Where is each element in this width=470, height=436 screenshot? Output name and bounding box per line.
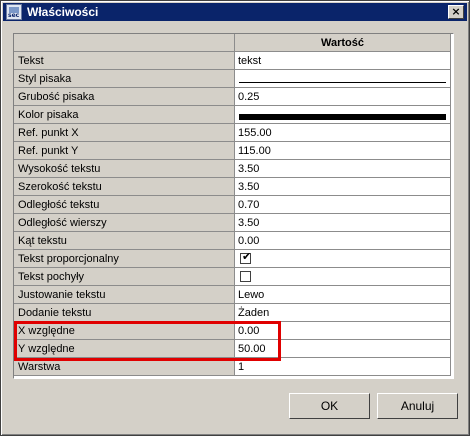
table-row[interactable]: Y względne 50.00	[14, 339, 451, 358]
property-name: Kolor pisaka	[14, 105, 235, 124]
checkbox[interactable]	[240, 270, 251, 282]
property-value[interactable]: Żaden	[234, 303, 451, 322]
table-row[interactable]: Kolor pisaka	[14, 105, 451, 124]
row-header-corner	[14, 34, 235, 52]
property-value[interactable]: 0.00	[234, 321, 451, 340]
property-name: Dodanie tekstu	[14, 303, 235, 322]
property-name: Tekst	[14, 51, 235, 70]
table-row[interactable]: Grubość pisaka 0.25	[14, 87, 451, 106]
property-name: Styl pisaka	[14, 69, 235, 88]
property-name: Y względne	[14, 339, 235, 358]
table-row[interactable]: Tekst pochyły	[14, 267, 451, 286]
table-row[interactable]: Szerokość tekstu 3.50	[14, 177, 451, 196]
table-row[interactable]: Justowanie tekstu Lewo	[14, 285, 451, 304]
property-value[interactable]: 0.00	[234, 231, 451, 250]
pen-color-value[interactable]	[234, 105, 451, 124]
table-row[interactable]: X względne 0.00	[14, 321, 451, 340]
table-row[interactable]: Odległość wierszy 3.50	[14, 213, 451, 232]
window-title: Właściwości	[27, 5, 99, 19]
property-name: Odległość wierszy	[14, 213, 235, 232]
properties-dialog: sec Właściwości × Wartość Tekst tekst Styl…	[0, 0, 470, 436]
close-button[interactable]: ×	[448, 5, 464, 19]
property-name: Tekst pochyły	[14, 267, 235, 286]
checkmark-icon: ✔	[242, 249, 252, 263]
property-name: Wysokość tekstu	[14, 159, 235, 178]
checkbox[interactable]: ✔	[240, 249, 252, 264]
table-row[interactable]: Wysokość tekstu 3.50	[14, 159, 451, 178]
properties-grid: Wartość Tekst tekst Styl pisaka Grubość pis…	[13, 33, 454, 379]
table-row[interactable]: Ref. punkt X 155.00	[14, 123, 451, 142]
title-bar[interactable]: sec Właściwości ×	[3, 3, 467, 21]
property-name: Justowanie tekstu	[14, 285, 235, 304]
table-row[interactable]: Styl pisaka	[14, 69, 451, 88]
property-value[interactable]: 3.50	[234, 213, 451, 232]
property-checkbox-cell[interactable]	[234, 267, 451, 286]
pen-color-swatch	[239, 114, 446, 120]
property-name: X względne	[14, 321, 235, 340]
property-name: Kąt tekstu	[14, 231, 235, 250]
app-icon: sec	[6, 4, 22, 20]
property-value[interactable]: 0.25	[234, 87, 451, 106]
table-row[interactable]: Kąt tekstu 0.00	[14, 231, 451, 250]
property-value[interactable]: 115.00	[234, 141, 451, 160]
property-value[interactable]: tekst	[234, 51, 451, 70]
property-name: Szerokość tekstu	[14, 177, 235, 196]
pen-style-line	[239, 81, 446, 83]
property-checkbox-cell[interactable]: ✔	[234, 249, 451, 268]
table-row[interactable]: Tekst tekst	[14, 51, 451, 70]
property-value[interactable]: 3.50	[234, 177, 451, 196]
property-value[interactable]: Lewo	[234, 285, 451, 304]
table-row[interactable]: Odległość tekstu 0.70	[14, 195, 451, 214]
header-row: Wartość	[14, 34, 451, 52]
property-name: Ref. punkt Y	[14, 141, 235, 160]
property-name: Warstwa	[14, 357, 235, 376]
property-value[interactable]: 155.00	[234, 123, 451, 142]
table-row[interactable]: Ref. punkt Y 115.00	[14, 141, 451, 160]
table-row[interactable]: Warstwa 1	[14, 357, 451, 376]
property-value[interactable]: 1	[234, 357, 451, 376]
property-name: Ref. punkt X	[14, 123, 235, 142]
value-column-header: Wartość	[234, 34, 451, 52]
cancel-button[interactable]: Anuluj	[377, 393, 458, 419]
property-value[interactable]: 0.70	[234, 195, 451, 214]
property-name: Odległość tekstu	[14, 195, 235, 214]
table-row[interactable]: Tekst proporcjonalny ✔	[14, 249, 451, 268]
property-value[interactable]: 50.00	[234, 339, 451, 358]
ok-button[interactable]: OK	[289, 393, 370, 419]
property-value[interactable]: 3.50	[234, 159, 451, 178]
pen-style-value[interactable]	[234, 69, 451, 88]
property-name: Grubość pisaka	[14, 87, 235, 106]
properties-table: Wartość Tekst tekst Styl pisaka Grubość pis…	[14, 34, 451, 376]
property-name: Tekst proporcjonalny	[14, 249, 235, 268]
table-row[interactable]: Dodanie tekstu Żaden	[14, 303, 451, 322]
